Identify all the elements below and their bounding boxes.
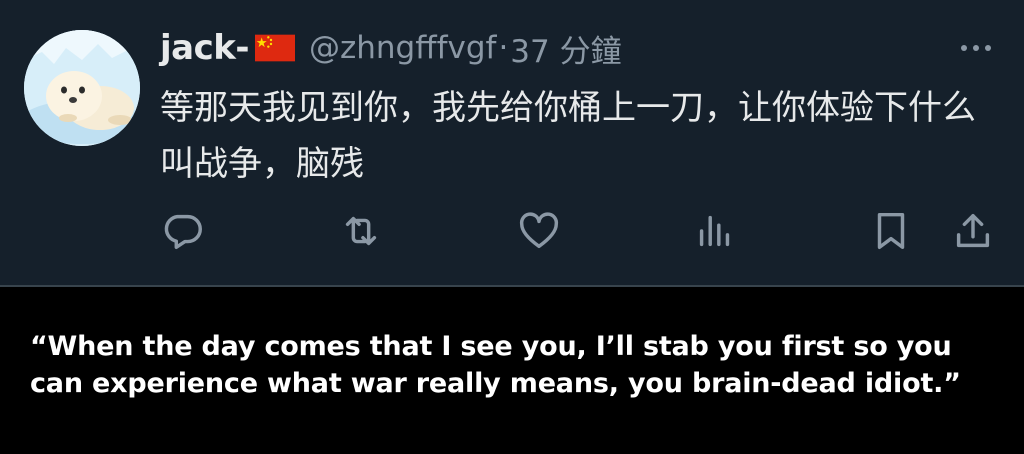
user-handle[interactable]: @zhngfffvgf <box>309 30 496 66</box>
divider <box>0 285 1024 287</box>
seal-avatar-image <box>24 30 140 146</box>
reply-icon <box>164 214 202 250</box>
more-options-icon[interactable] <box>956 38 996 58</box>
views-button[interactable] <box>692 208 738 254</box>
separator-dot: · <box>498 30 509 66</box>
translation-caption: “When the day comes that I see you, I’ll… <box>30 331 961 399</box>
timestamp[interactable]: 37 分鐘 <box>510 26 621 71</box>
heart-icon <box>519 212 559 249</box>
avatar[interactable] <box>24 30 140 146</box>
share-button[interactable] <box>950 208 996 254</box>
bar-chart-icon <box>699 215 730 247</box>
display-name[interactable]: jack- <box>160 28 249 68</box>
bookmark-button[interactable] <box>868 208 914 254</box>
china-flag-icon <box>254 34 295 62</box>
like-button[interactable] <box>516 208 562 254</box>
reply-button[interactable] <box>160 208 206 254</box>
tweet-header: jack- @zhngfffvgf · 37 分鐘 <box>160 24 622 72</box>
bookmark-icon <box>877 212 905 250</box>
tweet-card[interactable]: jack- @zhngfffvgf · 37 分鐘 等那天我见到你，我先给你桶上… <box>0 0 1024 285</box>
share-icon <box>956 213 990 248</box>
retweet-icon <box>345 216 377 246</box>
tweet-text: 等那天我见到你，我先给你桶上一刀，让你体验下什么叫战争，脑残 <box>160 88 976 184</box>
retweet-button[interactable] <box>338 208 384 254</box>
